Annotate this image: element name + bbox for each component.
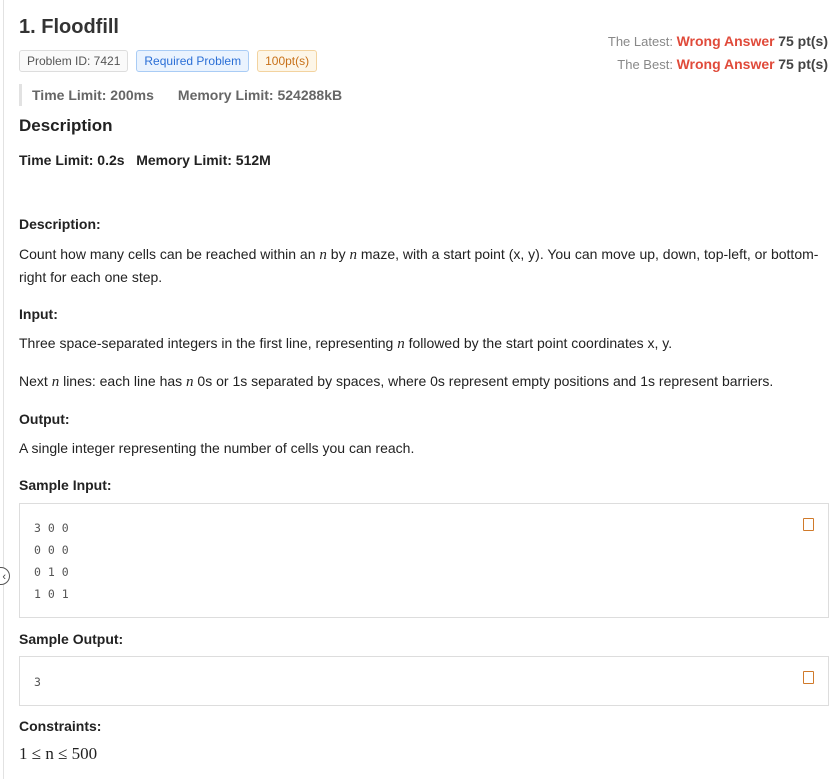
required-badge: Required Problem — [136, 50, 250, 72]
description-heading: Description — [19, 116, 113, 135]
collapse-chevron-icon[interactable]: ‹ — [0, 567, 10, 585]
code-line: 3 — [34, 675, 41, 689]
sample-output-box[interactable]: 3 — [19, 656, 829, 706]
points-badge: 100pt(s) — [257, 50, 318, 72]
problem-id-badge: Problem ID: 7421 — [19, 50, 129, 72]
copy-icon[interactable] — [803, 671, 814, 684]
constraints-heading: Constraints: — [19, 718, 102, 734]
time-limit: Time Limit: 200ms — [32, 87, 154, 103]
sample-input-box[interactable]: 3 0 0 0 0 0 0 1 0 1 0 1 — [19, 503, 829, 618]
output-heading: Output: — [19, 411, 70, 427]
desc-heading: Description: — [19, 216, 101, 232]
input-text-2: Next n lines: each line has n 0s or 1s s… — [19, 373, 774, 390]
output-text: A single integer representing the number… — [19, 440, 415, 456]
best-label: The Best: — [617, 57, 673, 72]
desc-text: Count how many cells can be reached with… — [19, 246, 819, 285]
latest-label: The Latest: — [607, 34, 673, 49]
input-text-1: Three space-separated integers in the fi… — [19, 335, 673, 352]
code-line: 0 0 0 — [34, 543, 69, 557]
problem-title: 1. Floodfill — [19, 16, 119, 38]
sample-output-heading: Sample Output: — [19, 631, 124, 647]
memory-limit: Memory Limit: 524288kB — [177, 87, 343, 103]
limits-line: Time Limit: 0.2s Memory Limit: 512M — [19, 152, 271, 168]
code-line: 1 0 1 — [34, 587, 69, 601]
submission-status: The Latest: Wrong Answer 75 pt(s) The Be… — [608, 30, 828, 76]
latest-verdict[interactable]: Wrong Answer — [677, 33, 775, 49]
badges: Problem ID: 7421 Required Problem 100pt(… — [19, 50, 318, 72]
problem-statement: Time Limit: 0.2s Memory Limit: 512M Desc… — [19, 149, 829, 765]
copy-icon[interactable] — [803, 518, 814, 531]
latest-points: 75 pt(s) — [778, 33, 828, 49]
best-points: 75 pt(s) — [778, 56, 828, 72]
best-verdict[interactable]: Wrong Answer — [677, 56, 775, 72]
sidebar-divider — [3, 0, 4, 779]
constraints-text: 1 ≤ n ≤ 500 — [19, 744, 98, 763]
input-heading: Input: — [19, 306, 58, 322]
code-line: 0 1 0 — [34, 565, 69, 579]
code-line: 3 0 0 — [34, 521, 69, 535]
sample-input-heading: Sample Input: — [19, 477, 112, 493]
limits-bar: Time Limit: 200ms Memory Limit: 524288kB — [19, 84, 342, 106]
